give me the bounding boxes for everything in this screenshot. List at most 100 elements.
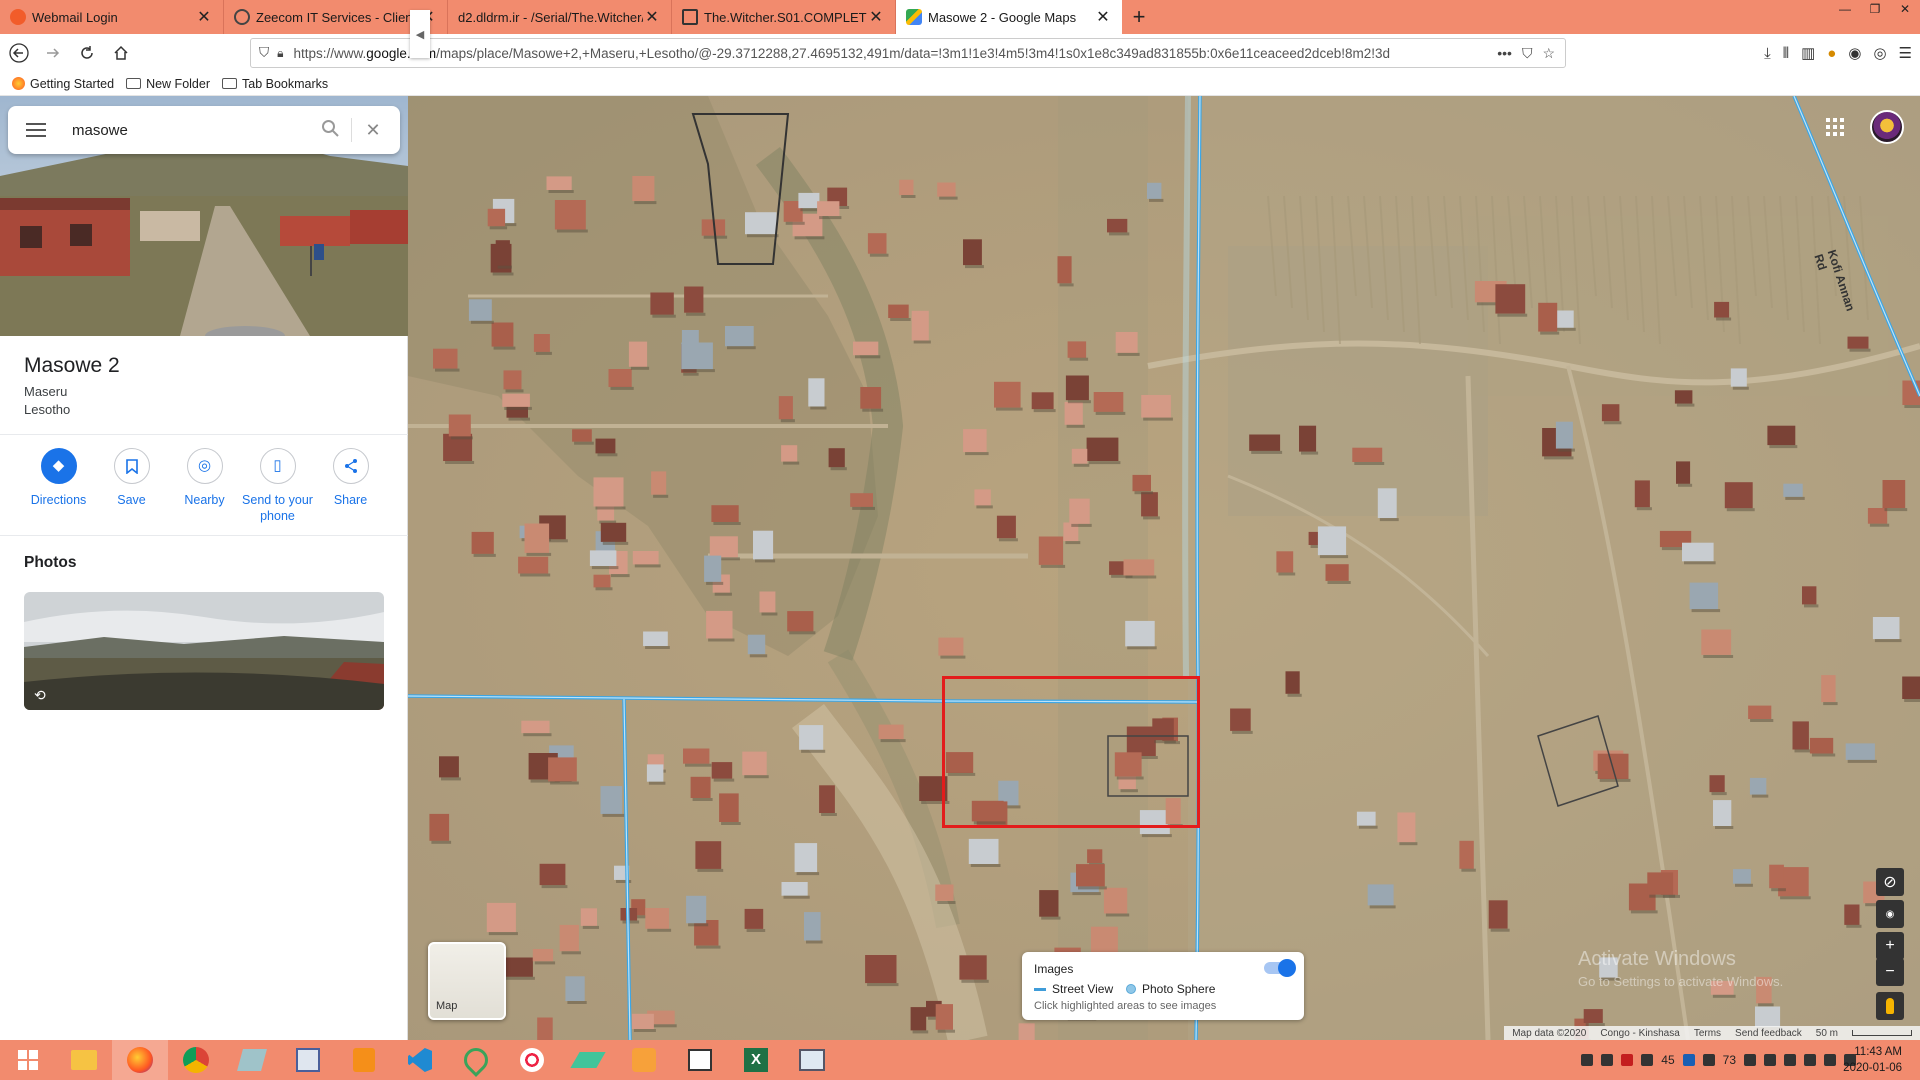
taskbar-vscode[interactable] bbox=[392, 1040, 448, 1080]
taskbar-app-14[interactable] bbox=[784, 1040, 840, 1080]
download-icon[interactable]: ⤓ bbox=[1764, 45, 1771, 62]
house-shadow bbox=[591, 566, 619, 570]
taskbar-app-4[interactable] bbox=[224, 1040, 280, 1080]
tab-webmail[interactable]: Webmail Login ✕ bbox=[0, 0, 224, 34]
battery-icon[interactable] bbox=[1824, 1054, 1836, 1066]
bookmark-new-folder[interactable]: New Folder bbox=[126, 77, 210, 91]
taskbar-file-explorer[interactable] bbox=[56, 1040, 112, 1080]
network-icon[interactable] bbox=[1804, 1054, 1816, 1066]
taskbar-app-8[interactable] bbox=[448, 1040, 504, 1080]
taskbar-app-5[interactable] bbox=[280, 1040, 336, 1080]
taskbar-sublime[interactable] bbox=[336, 1040, 392, 1080]
extension-icon[interactable]: ● bbox=[1827, 45, 1836, 62]
house-shadow bbox=[1603, 421, 1622, 425]
clear-search-icon[interactable]: ✕ bbox=[358, 120, 388, 141]
house-shadow bbox=[1794, 749, 1811, 753]
house-shadow bbox=[622, 920, 640, 924]
taskbar-app-9[interactable] bbox=[504, 1040, 560, 1080]
house-shadow bbox=[713, 522, 741, 525]
reload-button[interactable] bbox=[72, 38, 102, 68]
house-roof bbox=[888, 304, 909, 318]
scale-label[interactable]: 50 m bbox=[1816, 1028, 1838, 1039]
house-roof bbox=[1285, 671, 1300, 694]
bookmark-getting-started[interactable]: Getting Started bbox=[12, 77, 114, 91]
close-icon[interactable]: ✕ bbox=[643, 7, 661, 27]
compass-button[interactable]: ⊘ bbox=[1876, 868, 1904, 896]
directions-button[interactable]: ◆ Directions bbox=[22, 448, 95, 524]
terms-link[interactable]: Terms bbox=[1694, 1028, 1721, 1039]
tray-app-icon[interactable] bbox=[1764, 1054, 1776, 1066]
bookmark-tab-bookmarks[interactable]: Tab Bookmarks bbox=[222, 77, 328, 91]
tray-shield-icon[interactable] bbox=[1621, 1054, 1634, 1066]
send-to-phone-button[interactable]: ▯ Send to your phone bbox=[241, 448, 314, 524]
account-icon[interactable]: ◎ bbox=[1873, 44, 1886, 62]
pegman-street-view-icon[interactable] bbox=[1876, 992, 1904, 1020]
hamburger-menu-icon[interactable] bbox=[26, 119, 46, 141]
forward-button[interactable] bbox=[38, 38, 68, 68]
page-actions-icon[interactable]: ••• bbox=[1497, 45, 1512, 61]
search-box[interactable]: masowe ✕ bbox=[8, 106, 400, 154]
region-link[interactable]: Congo - Kinshasa bbox=[1600, 1028, 1680, 1039]
extension2-icon[interactable]: ◉ bbox=[1848, 44, 1861, 62]
save-button[interactable]: Save bbox=[95, 448, 168, 524]
house-roof bbox=[1141, 492, 1158, 517]
satellite-map[interactable]: Kofi Annan Rd Map Images Street View Pho… bbox=[408, 96, 1920, 1040]
account-avatar[interactable] bbox=[1870, 110, 1904, 144]
house-shadow bbox=[1358, 825, 1378, 829]
house-shadow bbox=[708, 638, 735, 642]
tab-witcher[interactable]: The.Witcher.S01.COMPLETE.72 ✕ bbox=[672, 0, 896, 34]
address-bar[interactable]: ⛉ 🔒︎ https://www.google.com/maps/place/M… bbox=[250, 38, 1566, 68]
volume-icon[interactable] bbox=[1784, 1054, 1796, 1066]
taskbar-excel[interactable]: X bbox=[728, 1040, 784, 1080]
minimize-icon[interactable]: — bbox=[1830, 0, 1860, 20]
close-window-icon[interactable]: ✕ bbox=[1890, 0, 1920, 20]
tab-google-maps[interactable]: Masowe 2 - Google Maps ✕ bbox=[896, 0, 1122, 34]
url-text[interactable]: https://www.google.com/maps/place/Masowe… bbox=[294, 46, 1498, 61]
taskbar-chrome[interactable] bbox=[168, 1040, 224, 1080]
pocket-icon[interactable]: ⛉ bbox=[1522, 45, 1533, 62]
nearby-button[interactable]: ◎ Nearby bbox=[168, 448, 241, 524]
new-tab-button[interactable]: + bbox=[1122, 0, 1156, 34]
library-icon[interactable]: ⫴ bbox=[1783, 45, 1789, 62]
taskbar-app-10[interactable] bbox=[560, 1040, 616, 1080]
tray-app-icon[interactable] bbox=[1641, 1054, 1654, 1066]
taskbar-app-12[interactable] bbox=[672, 1040, 728, 1080]
close-icon[interactable]: ✕ bbox=[867, 7, 885, 27]
taskbar-firefox[interactable] bbox=[112, 1040, 168, 1080]
menu-icon[interactable]: ☰ bbox=[1899, 44, 1912, 62]
my-location-button[interactable]: ◉ bbox=[1876, 900, 1904, 928]
tray-app-icon[interactable] bbox=[1702, 1054, 1715, 1066]
bluetooth-icon[interactable] bbox=[1682, 1054, 1695, 1066]
close-icon[interactable]: ✕ bbox=[195, 7, 213, 27]
home-button[interactable] bbox=[106, 38, 136, 68]
shield-icon[interactable]: ⛉ bbox=[259, 45, 269, 61]
taskbar-clock[interactable]: 11:43 AM 2020-01-06 bbox=[1843, 1044, 1902, 1076]
lock-icon[interactable]: 🔒︎ bbox=[277, 46, 283, 61]
share-button[interactable]: Share bbox=[314, 448, 387, 524]
house-shadow bbox=[1711, 792, 1727, 796]
send-feedback-link[interactable]: Send feedback bbox=[1735, 1028, 1802, 1039]
house-shadow bbox=[473, 553, 496, 557]
google-apps-icon[interactable] bbox=[1826, 118, 1844, 136]
tray-app-icon[interactable] bbox=[1744, 1054, 1756, 1066]
collapse-panel-button[interactable]: ◀ bbox=[410, 10, 430, 58]
photo-thumbnail[interactable]: ⟲ bbox=[24, 592, 384, 710]
zoom-out-button[interactable]: − bbox=[1876, 958, 1904, 986]
taskbar-app-11[interactable] bbox=[616, 1040, 672, 1080]
zoom-in-button[interactable]: + bbox=[1876, 932, 1904, 960]
tray-app-icon[interactable] bbox=[1601, 1054, 1614, 1066]
sidebar-icon[interactable]: ▥ bbox=[1801, 44, 1815, 62]
search-icon[interactable] bbox=[315, 119, 345, 142]
tab-dldrm[interactable]: d2.dldrm.ir - /Serial/The.Witcher/ ✕ bbox=[448, 0, 672, 34]
start-button[interactable] bbox=[0, 1040, 56, 1080]
images-toggle[interactable] bbox=[1264, 959, 1296, 977]
house-shadow bbox=[610, 386, 634, 390]
house-shadow bbox=[497, 265, 512, 269]
restore-icon[interactable]: ❐ bbox=[1860, 0, 1890, 20]
close-icon[interactable]: ✕ bbox=[1094, 7, 1112, 27]
tray-app-icon[interactable] bbox=[1581, 1054, 1594, 1066]
map-layer-toggle[interactable]: Map bbox=[428, 942, 506, 1020]
search-input[interactable]: masowe bbox=[72, 122, 315, 139]
back-button[interactable] bbox=[4, 38, 34, 68]
star-icon[interactable]: ☆ bbox=[1542, 45, 1555, 62]
